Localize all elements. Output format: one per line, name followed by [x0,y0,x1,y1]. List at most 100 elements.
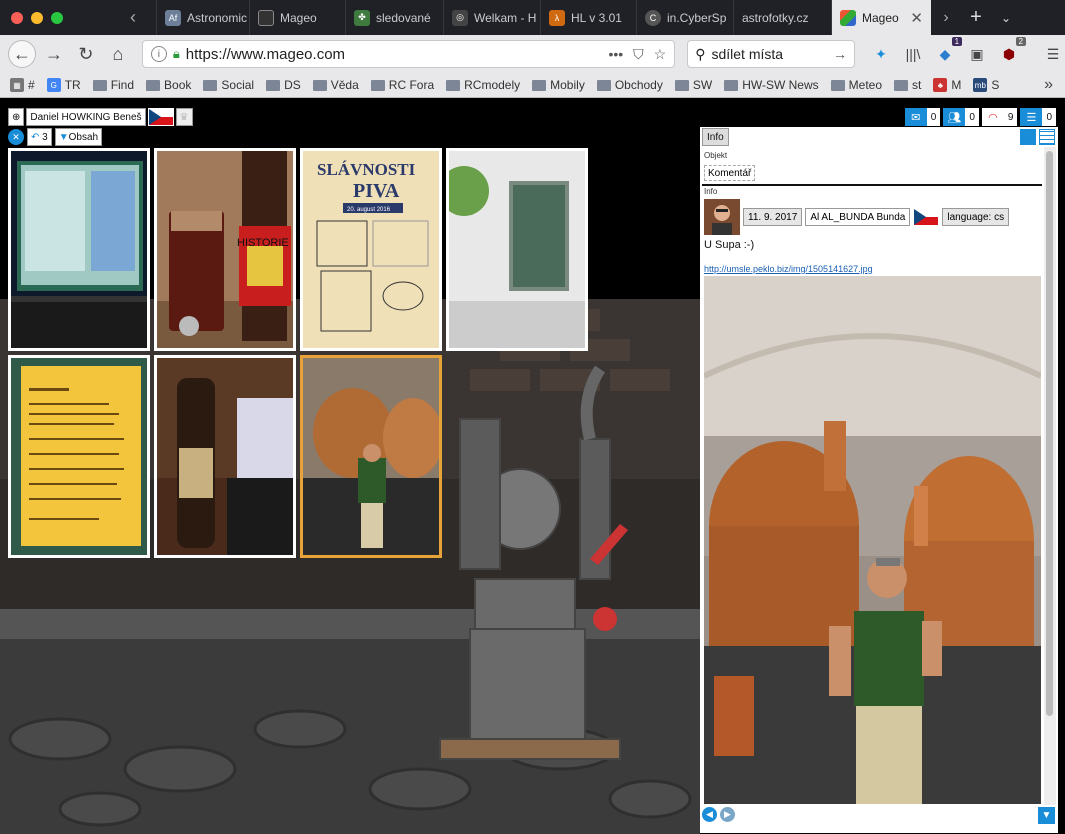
pocket-icon[interactable]: ⛉ [633,46,644,63]
list-counter[interactable]: ☰ 0 [1020,108,1056,126]
tab-astronomic[interactable]: Af Astronomic [156,0,249,35]
browser-window: ‹ Af Astronomic Mageo ✤ sledované ◎ Welkam … [0,0,1065,834]
tab-sledovane[interactable]: ✤ sledované [345,0,443,35]
prev-photo-icon[interactable]: ◀ [702,807,717,822]
mail-counter[interactable]: ✉ 0 [904,108,941,126]
tab-welkam[interactable]: ◎ Welkam - H [443,0,540,35]
profile-avatar-icon[interactable]: ⊕ [8,108,25,126]
author-avatar[interactable] [704,199,740,235]
tab-list-chevron-icon[interactable]: ⌄ [991,11,1021,25]
wifi-counter[interactable]: ◠ 9 [981,108,1018,126]
sidebar-icon[interactable]: ▣ [965,42,989,66]
tab-label: sledované [376,10,431,25]
tab-label: Mageo [862,10,899,25]
photo-thumb-container[interactable] [446,148,588,351]
bookmarks-bar: ▦ # G TR Find Book Social DS Věda RC Fora RCmodely… [0,73,1065,98]
search-text[interactable]: sdílet místa [711,46,783,62]
bookmark-13[interactable]: Meteo [830,78,882,92]
addon-star-icon[interactable]: ✦ [869,42,893,66]
g-icon: G [46,78,61,92]
bookmark-9[interactable]: Mobily [532,78,585,92]
bookmark-16[interactable]: mb S [973,78,999,92]
object-type-value: Komentář [704,165,756,181]
poster-title-2: PIVA [353,180,400,202]
brewery-photo[interactable] [704,276,1041,804]
bookmark-label: SW [692,78,713,92]
folder-icon [894,79,909,91]
minimize-window-button[interactable] [31,11,43,24]
photo-thumb-beer-bottle[interactable]: HISTORIE [154,148,296,351]
bookmark-10[interactable]: Obchody [596,78,663,92]
bookmark-1[interactable]: G TR [46,78,81,92]
bookmark-11[interactable]: SW [674,78,713,92]
forward-button[interactable]: → [40,40,68,68]
tab-astrofotky[interactable]: astrofotky.cz [733,0,831,35]
scrollbar-thumb[interactable] [1046,151,1053,716]
bookmark-12[interactable]: HW-SW News [724,78,819,92]
folder-icon [532,79,547,91]
sync-icon[interactable]: ◆ 1 [933,37,963,66]
close-circle-icon[interactable]: ✕ [8,129,24,145]
next-photo-icon[interactable]: ▶ [720,807,735,822]
saturn-icon: ◎ [452,9,468,26]
reply-icon: ↶ [31,131,40,143]
tab-hl[interactable]: λ HL v 3.01 [540,0,636,35]
bookmark-15[interactable]: ♣ M [933,78,961,92]
menu-icon[interactable]: ☰ [1041,42,1065,66]
reload-button[interactable]: ↻ [72,40,100,68]
list-view-icon[interactable] [1039,129,1055,145]
tab-mageo-active[interactable]: Mageo ✕ [831,0,931,35]
photo-thumb-laptop[interactable] [8,148,150,351]
mageo-color-icon [840,9,856,26]
bookmark-6[interactable]: Věda [312,78,359,92]
maximize-window-button[interactable] [51,11,63,24]
bookmark-7[interactable]: RC Fora [370,78,434,92]
ublock-icon[interactable]: ⬢ 2 [997,37,1027,66]
site-info-icon[interactable]: i [150,46,167,62]
bookmark-label: Obchody [614,78,663,92]
photo-thumb-brewery-selected[interactable] [300,355,442,558]
photo-grid: HISTORIE SLÁVNOSTI PIVA 20. august 2016 [8,148,588,558]
list-icon: ☰ [1020,108,1043,126]
contents-dropdown[interactable]: ▼ Obsah [54,128,103,146]
bookmarks-overflow-icon[interactable]: » [1044,76,1065,94]
bookmark-label: S [991,78,1000,92]
bookmark-star-icon[interactable]: ☆ [654,46,667,63]
bookmark-2[interactable]: Find [92,78,134,92]
single-view-icon[interactable] [1020,129,1036,145]
tab-mageo-1[interactable]: Mageo [249,0,345,35]
tabs-scroll-right-icon[interactable]: › [931,9,961,27]
bookmark-label: Social [221,78,255,92]
home-button[interactable]: ⌂ [104,40,132,68]
photo-thumb-bottle-laptop[interactable] [154,355,296,558]
crown-icon[interactable]: ♛ [175,108,193,126]
bookmark-5[interactable]: DS [266,78,301,92]
image-link[interactable]: http://umsle.peklo.biz/img/1505141627.jp… [704,264,873,274]
bookmark-3[interactable]: Book [146,78,191,92]
tab-info[interactable]: Info [702,128,729,146]
search-box[interactable]: ⚲ sdílet místa → [687,40,856,68]
people-counter[interactable]: 👥︎ 0 [943,108,979,126]
bookmark-0[interactable]: ▦ # [10,78,35,92]
address-bar[interactable]: i 🔒︎ https://www.mageo.com ••• ⛉ ☆ [141,40,676,68]
tabs-scroll-left-icon[interactable]: ‹ [110,7,156,28]
profile-name[interactable]: Daniel HOWKING Beneš [26,108,146,126]
ublock-badge: 2 [1015,37,1027,46]
close-tab-icon[interactable]: ✕ [910,9,923,27]
bookmark-4[interactable]: Social [203,78,254,92]
bookmark-8[interactable]: RCmodely [446,78,520,92]
author-name[interactable]: Al AL_BUNDA Bunda [805,208,911,226]
bookmark-14[interactable]: st [894,78,921,92]
library-icon[interactable]: |||\ [901,42,925,66]
search-go-icon[interactable]: → [833,46,847,62]
tab-cyberspace[interactable]: Cin.CyberSp [636,0,733,35]
photo-thumb-poster[interactable]: SLÁVNOSTI PIVA 20. august 2016 [300,148,442,351]
reply-button[interactable]: ↶ 3 [27,128,52,146]
new-tab-icon[interactable]: + [961,6,991,29]
scroll-down-icon[interactable]: ▼ [1038,807,1055,824]
back-button[interactable]: ← [8,40,36,68]
close-window-button[interactable] [11,11,23,24]
page-actions-icon[interactable]: ••• [608,46,623,63]
url-text[interactable]: https://www.mageo.com [186,46,345,63]
photo-thumb-menu[interactable] [8,355,150,558]
